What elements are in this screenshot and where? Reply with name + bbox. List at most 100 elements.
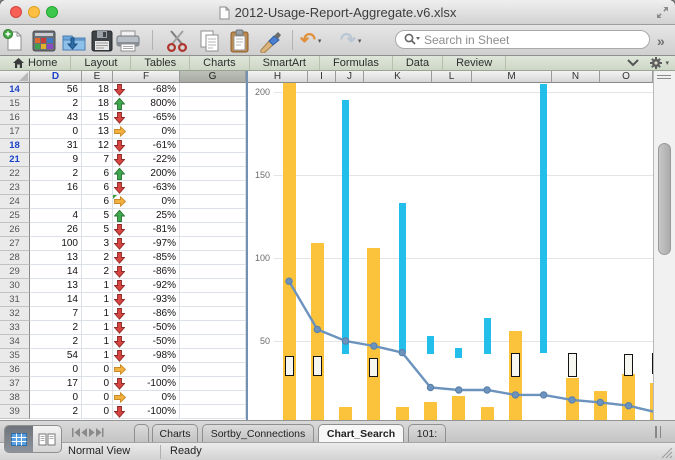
cell-f-percent[interactable]: -92% xyxy=(113,279,180,293)
cell-e[interactable]: 0 xyxy=(82,391,113,405)
cell-e[interactable]: 2 xyxy=(82,265,113,279)
fullscreen-icon[interactable] xyxy=(656,6,669,19)
ribbon-tab-home[interactable]: Home xyxy=(0,56,72,70)
cell-e[interactable]: 13 xyxy=(82,125,113,139)
cell-e[interactable]: 1 xyxy=(82,293,113,307)
cell-d[interactable]: 43 xyxy=(30,111,82,125)
column-header-E[interactable]: E xyxy=(82,71,113,83)
cell-g[interactable] xyxy=(180,335,246,349)
cell-f-percent[interactable]: 0% xyxy=(113,125,180,139)
vertical-scrollbar[interactable] xyxy=(653,71,675,420)
cell-d[interactable]: 2 xyxy=(30,97,82,111)
row-header-31[interactable]: 31 xyxy=(0,293,30,307)
cell-d[interactable]: 7 xyxy=(30,307,82,321)
horizontal-split-handle-icon[interactable] xyxy=(655,426,661,438)
ribbon-collapse-icon[interactable] xyxy=(627,59,640,67)
cell-g[interactable] xyxy=(180,167,246,181)
cut-icon[interactable] xyxy=(166,28,188,53)
cell-d[interactable]: 0 xyxy=(30,363,82,377)
row-header-34[interactable]: 34 xyxy=(0,335,30,349)
row-header-33[interactable]: 33 xyxy=(0,321,30,335)
column-header-N[interactable]: N xyxy=(552,71,600,83)
copy-icon[interactable] xyxy=(199,28,221,53)
cell-f-percent[interactable]: -81% xyxy=(113,223,180,237)
cell-e[interactable]: 5 xyxy=(82,223,113,237)
column-header-G[interactable]: G xyxy=(180,71,246,83)
cell-f-percent[interactable]: -97% xyxy=(113,237,180,251)
cell-g[interactable] xyxy=(180,391,246,405)
cell-f-percent[interactable]: -100% xyxy=(113,405,180,419)
column-header-H[interactable]: H xyxy=(248,71,308,83)
undo-icon[interactable]: ↶ ▾ xyxy=(300,28,321,53)
cell-d[interactable]: 16 xyxy=(30,181,82,195)
row-header-29[interactable]: 29 xyxy=(0,265,30,279)
cell-f-percent[interactable]: -63% xyxy=(113,181,180,195)
cell-g[interactable] xyxy=(180,97,246,111)
cell-d[interactable]: 2 xyxy=(30,405,82,419)
cell-g[interactable] xyxy=(180,377,246,391)
gallery-icon[interactable] xyxy=(32,28,56,53)
cell-g[interactable] xyxy=(180,181,246,195)
cell-e[interactable]: 6 xyxy=(82,167,113,181)
cell-f-percent[interactable]: -93% xyxy=(113,293,180,307)
row-header-22[interactable]: 22 xyxy=(0,167,30,181)
row-header-26[interactable]: 26 xyxy=(0,223,30,237)
column-header-L[interactable]: L xyxy=(432,71,472,83)
cell-g[interactable] xyxy=(180,195,246,209)
cell-e[interactable]: 5 xyxy=(82,209,113,223)
cell-g[interactable] xyxy=(180,223,246,237)
cell-d[interactable]: 0 xyxy=(30,391,82,405)
row-header-17[interactable]: 17 xyxy=(0,125,30,139)
ribbon-tab-charts[interactable]: Charts xyxy=(190,56,250,70)
cell-e[interactable]: 2 xyxy=(82,251,113,265)
sheet-tab-charts[interactable]: Charts xyxy=(152,424,198,442)
cell-e[interactable]: 1 xyxy=(82,349,113,363)
cell-e[interactable]: 0 xyxy=(82,405,113,419)
cell-d[interactable]: 31 xyxy=(30,139,82,153)
cell-g[interactable] xyxy=(180,83,246,97)
row-header-36[interactable]: 36 xyxy=(0,363,30,377)
row-header-15[interactable]: 15 xyxy=(0,97,30,111)
cell-f-percent[interactable]: 200% xyxy=(113,167,180,181)
open-icon[interactable] xyxy=(62,28,86,53)
column-header-I[interactable]: I xyxy=(308,71,336,83)
cell-g[interactable] xyxy=(180,321,246,335)
save-icon[interactable] xyxy=(91,28,113,53)
ribbon-tab-layout[interactable]: Layout xyxy=(71,56,132,70)
row-header-25[interactable]: 25 xyxy=(0,209,30,223)
cell-f-percent[interactable]: -86% xyxy=(113,265,180,279)
column-header-K[interactable]: K xyxy=(364,71,432,83)
cell-d[interactable]: 14 xyxy=(30,293,82,307)
cell-d[interactable]: 0 xyxy=(30,125,82,139)
cell-f-percent[interactable]: 25% xyxy=(113,209,180,223)
row-header-16[interactable]: 16 xyxy=(0,111,30,125)
row-header-14[interactable]: 14 xyxy=(0,83,30,97)
cell-e[interactable]: 1 xyxy=(82,321,113,335)
cell-g[interactable] xyxy=(180,293,246,307)
cell-f-percent[interactable]: -65% xyxy=(113,111,180,125)
cell-d[interactable]: 14 xyxy=(30,265,82,279)
cell-e[interactable]: 12 xyxy=(82,139,113,153)
cell-e[interactable]: 3 xyxy=(82,237,113,251)
row-header-32[interactable]: 32 xyxy=(0,307,30,321)
cell-f-percent[interactable]: -50% xyxy=(113,321,180,335)
cell-g[interactable] xyxy=(180,125,246,139)
ribbon-tab-review[interactable]: Review xyxy=(443,56,507,70)
column-header-O[interactable]: O xyxy=(600,71,653,83)
cell-g[interactable] xyxy=(180,209,246,223)
tab-navigation-arrows[interactable] xyxy=(72,428,104,437)
vertical-split-handle-icon[interactable] xyxy=(657,75,671,79)
vertical-scrollbar-thumb[interactable] xyxy=(658,143,671,255)
row-header-18[interactable]: 18 xyxy=(0,139,30,153)
cell-d[interactable]: 13 xyxy=(30,251,82,265)
format-painter-icon[interactable] xyxy=(258,28,284,53)
cell-f-percent[interactable]: -50% xyxy=(113,335,180,349)
cell-f-percent[interactable]: -22% xyxy=(113,153,180,167)
select-all-corner[interactable] xyxy=(0,71,30,83)
cell-g[interactable] xyxy=(180,349,246,363)
cell-e[interactable]: 6 xyxy=(82,181,113,195)
cell-g[interactable] xyxy=(180,279,246,293)
sheet-tab-stub[interactable] xyxy=(134,424,149,442)
row-header-38[interactable]: 38 xyxy=(0,391,30,405)
column-header-D[interactable]: D xyxy=(30,71,82,83)
